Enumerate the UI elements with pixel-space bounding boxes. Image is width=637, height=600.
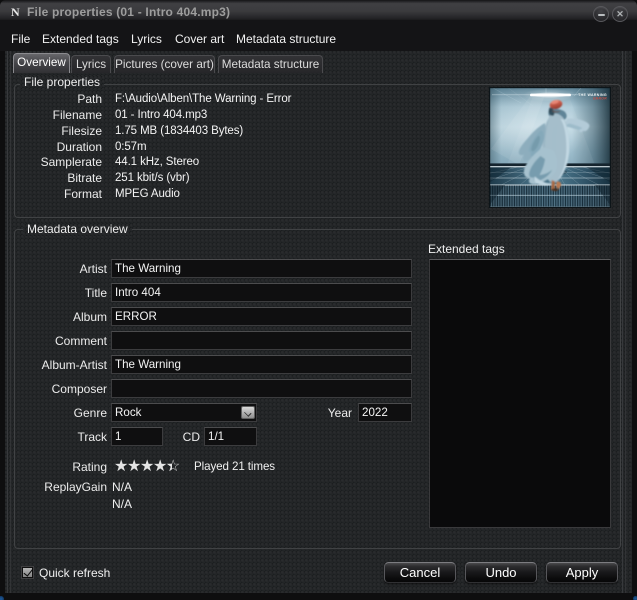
- svg-text:ERROR: ERROR: [593, 97, 607, 101]
